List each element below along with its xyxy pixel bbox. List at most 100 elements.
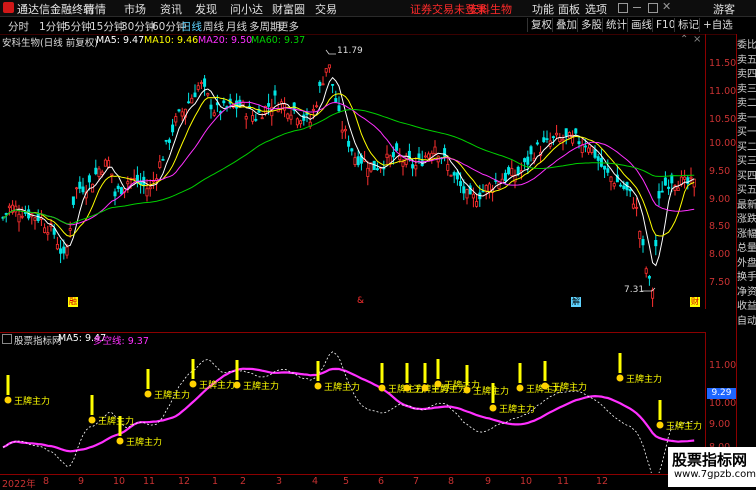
quote-field-0[interactable]: 委比 xyxy=(737,36,756,51)
price-axis: 11.50 11.00 10.50 10.00 9.50 9.00 8.50 8… xyxy=(705,34,737,309)
period-more[interactable]: 更多 xyxy=(278,19,299,34)
finance-marker[interactable]: 财 xyxy=(690,297,700,307)
menu-zixun[interactable]: 资讯 xyxy=(160,1,182,17)
quote-field-15[interactable]: 外盘 xyxy=(737,254,756,269)
svg-text:王牌主力: 王牌主力 xyxy=(98,415,134,427)
indicator-icon[interactable] xyxy=(2,334,12,344)
period-5min[interactable]: 5分钟 xyxy=(64,19,92,34)
price-tick: 8.50 xyxy=(709,221,731,232)
guest-label[interactable]: 游客 xyxy=(713,1,735,17)
price-tick: 8.00 xyxy=(709,249,731,260)
quote-field-4[interactable]: 卖二 xyxy=(737,94,756,109)
stats-button[interactable]: 统计 xyxy=(602,18,630,32)
minimize-icon[interactable] xyxy=(633,7,641,8)
quote-field-1[interactable]: 卖五 xyxy=(737,51,756,66)
quote-field-2[interactable]: 卖四 xyxy=(737,65,756,80)
menu-hangqing[interactable]: 行情 xyxy=(84,1,106,17)
date-label: 6 xyxy=(378,476,385,487)
menu-wenxiaoda[interactable]: 问小达 xyxy=(230,1,263,17)
menu-xuanxiang[interactable]: 选项 xyxy=(585,1,607,17)
svg-text:王牌主力: 王牌主力 xyxy=(324,381,360,393)
svg-text:王牌主力: 王牌主力 xyxy=(14,395,50,407)
menu-shichang[interactable]: 市场 xyxy=(124,1,146,17)
fuquan-button[interactable]: 复权 xyxy=(527,18,555,32)
quote-field-17[interactable]: 净资 xyxy=(737,283,756,298)
date-label: 1 xyxy=(212,476,219,487)
date-label: 3 xyxy=(276,476,283,487)
signal-marker: 王牌主力 xyxy=(189,359,235,391)
period-monthly[interactable]: 月线 xyxy=(226,19,247,34)
event-marker[interactable]: & xyxy=(357,296,364,306)
period-15min[interactable]: 15分钟 xyxy=(90,19,124,34)
quote-field-12[interactable]: 涨跌 xyxy=(737,210,756,225)
app-title: 通达信金融终端 xyxy=(17,3,94,16)
signal-marker: 王牌主力 xyxy=(616,353,662,385)
indicator-chart[interactable]: 王牌主力 王牌主力 王牌主力 王牌主力 王牌主力 王牌主力 王牌主力 王牌主力 王牌主力 王牌主力… xyxy=(0,345,705,473)
quote-field-11[interactable]: 最新 xyxy=(737,196,756,211)
period-30min[interactable]: 30分钟 xyxy=(121,19,155,34)
quote-field-10[interactable]: 买五 xyxy=(737,181,756,196)
app-logo-icon xyxy=(3,2,14,13)
date-label: 10 xyxy=(113,476,126,487)
quote-field-13[interactable]: 涨幅 xyxy=(737,225,756,240)
quote-field-9[interactable]: 买四 xyxy=(737,167,756,182)
mark-button[interactable]: 标记 xyxy=(674,18,702,32)
maximize-icon[interactable] xyxy=(648,3,658,13)
svg-text:王牌主力: 王牌主力 xyxy=(243,380,279,392)
period-weekly[interactable]: 周线 xyxy=(203,19,224,34)
current-price-badge: 9.29 xyxy=(707,388,736,399)
draw-line-button[interactable]: 画线 xyxy=(627,18,655,32)
signal-marker: 王牌主力 xyxy=(88,395,134,427)
quote-field-19[interactable]: 自动 xyxy=(737,312,756,327)
svg-text:王牌主力: 王牌主力 xyxy=(551,381,587,393)
add-favorite-button[interactable]: +自选 xyxy=(699,18,736,32)
date-axis: 2022年 8 9 10 11 12 1 2 3 4 5 6 7 8 9 10 … xyxy=(0,474,705,490)
quote-field-14[interactable]: 总量 xyxy=(737,239,756,254)
unlock-marker[interactable]: 解 xyxy=(571,297,581,307)
price-tick: 10.50 xyxy=(709,114,737,125)
close-icon[interactable]: ✕ xyxy=(662,0,671,13)
signal-marker: 王牌主力 xyxy=(4,375,50,407)
quote-field-6[interactable]: 买一 xyxy=(737,123,756,138)
current-stock-name: 安科生物 xyxy=(468,3,512,16)
quote-field-8[interactable]: 买三 xyxy=(737,152,756,167)
date-label: 2 xyxy=(240,476,247,487)
signal-marker: 王牌主力 xyxy=(144,369,190,401)
site-watermark: 股票指标网 www.7gpzb.com xyxy=(668,447,756,487)
menu-jiaoyi[interactable]: 交易 xyxy=(315,1,337,17)
period-toolbar: 分时 1分钟 5分钟 15分钟 30分钟 60分钟 日线 周线 月线 多周期 更… xyxy=(0,17,756,35)
period-daily[interactable]: 日线 xyxy=(181,19,202,34)
date-label: 2022年 xyxy=(2,479,36,490)
kline-chart[interactable]: 安科生物(日线 前复权) MA5: 9.47 MA10: 9.46 MA20: … xyxy=(0,34,705,309)
menu-gongneng[interactable]: 功能 xyxy=(532,1,554,17)
svg-text:王牌主力: 王牌主力 xyxy=(154,389,190,401)
period-1min[interactable]: 1分钟 xyxy=(39,19,67,34)
menu-caifuquan[interactable]: 财富圈 xyxy=(272,1,305,17)
watermark-url: www.7gpzb.com xyxy=(674,469,756,480)
multi-stock-button[interactable]: 多股 xyxy=(577,18,605,32)
quote-field-16[interactable]: 换手 xyxy=(737,268,756,283)
price-tick: 7.50 xyxy=(709,277,731,288)
high-price-label: 11.79 xyxy=(337,46,363,56)
date-label: 10 xyxy=(520,476,533,487)
svg-text:王牌主力: 王牌主力 xyxy=(666,420,702,432)
indicator-tick: 10.00 xyxy=(709,398,737,409)
price-tick: 10.00 xyxy=(709,138,737,149)
quote-field-7[interactable]: 买二 xyxy=(737,138,756,153)
quote-field-18[interactable]: 收益 xyxy=(737,297,756,312)
quote-field-3[interactable]: 卖三 xyxy=(737,80,756,95)
period-multi[interactable]: 多周期 xyxy=(249,19,281,34)
date-label: 5 xyxy=(343,476,350,487)
overlay-button[interactable]: 叠加 xyxy=(552,18,580,32)
date-label: 8 xyxy=(448,476,455,487)
price-tick: 9.50 xyxy=(709,166,731,177)
period-fenshi[interactable]: 分时 xyxy=(8,19,29,34)
margin-marker[interactable]: 融 xyxy=(68,297,78,307)
svg-text:王牌主力: 王牌主力 xyxy=(626,373,662,385)
indicator-header: 股票指标网 MA5: 9.47 多空线: 9.37 xyxy=(0,332,705,347)
menu-mianban[interactable]: 面板 xyxy=(558,1,580,17)
signal-marker: 王牌主力 xyxy=(656,400,702,432)
quote-field-5[interactable]: 卖一 xyxy=(737,109,756,124)
window-icon[interactable] xyxy=(618,3,628,13)
menu-faxian[interactable]: 发现 xyxy=(195,1,217,17)
